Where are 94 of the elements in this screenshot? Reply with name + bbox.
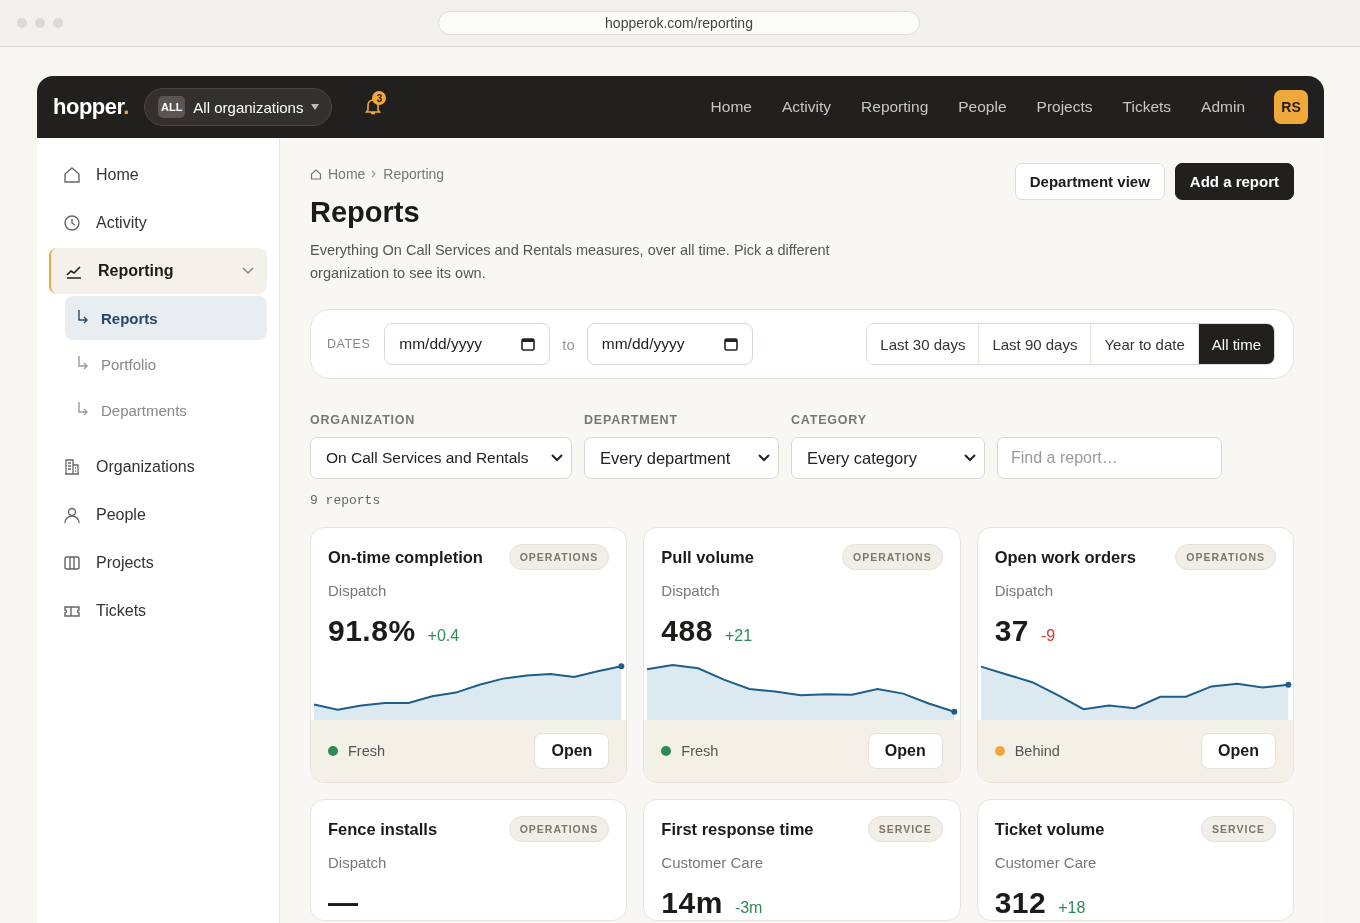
org-badge: ALL	[157, 96, 186, 118]
filter-label: CATEGORY	[791, 413, 868, 427]
sidebar-subitem[interactable]: Reports	[65, 296, 267, 340]
report-count: 9 reports	[310, 493, 382, 508]
range-option[interactable]: Last 30 days	[867, 324, 980, 364]
card-title: Open work orders	[994, 547, 1136, 567]
card-title: On-time completion	[328, 547, 483, 567]
logo[interactable]: hopper.	[53, 94, 129, 120]
breadcrumb-link[interactable]: Home	[328, 166, 366, 182]
branch-arrow-icon	[77, 310, 89, 326]
nav-link[interactable]: Reporting	[861, 98, 929, 116]
open-button[interactable]: Open	[534, 733, 610, 769]
branch-arrow-icon	[77, 356, 89, 372]
card-title: Fence installs	[328, 819, 438, 839]
chevron-icon	[371, 170, 378, 178]
open-button[interactable]: Open	[867, 733, 943, 769]
nav-link[interactable]: People	[958, 98, 1007, 116]
branch-arrow-icon	[77, 402, 89, 418]
department-label: Customer Care	[661, 854, 765, 871]
card-title: Pull volume	[661, 547, 754, 567]
department-label: Customer Care	[994, 854, 1098, 871]
metric-change: +0.4	[427, 627, 460, 645]
building-icon	[62, 457, 82, 477]
category-tag: OPERATIONS	[1175, 544, 1276, 570]
category-tag: SERVICE	[1201, 816, 1276, 842]
metric-value: 14m	[661, 886, 723, 920]
metric-value: 91.8%	[328, 614, 416, 648]
range-option[interactable]: All time	[1198, 324, 1274, 364]
category-tag: OPERATIONS	[508, 816, 610, 842]
field-label: DATES	[327, 337, 371, 351]
filter-label: ORGANIZATION	[310, 413, 417, 427]
open-button[interactable]: Open	[1201, 733, 1276, 769]
metric-change: +18	[1058, 899, 1086, 917]
card-title: First response time	[661, 819, 814, 839]
metric-change: -3m	[734, 899, 763, 917]
search-field[interactable]: Find a report…	[997, 437, 1222, 479]
metric-value: 312	[994, 886, 1047, 920]
avatar[interactable]: RS	[1274, 90, 1308, 124]
calendar-icon	[723, 337, 738, 351]
notification-count: 3	[372, 91, 387, 105]
chevron-icon	[964, 454, 976, 462]
nav-link[interactable]: Admin	[1201, 98, 1245, 116]
metric-change: +21	[724, 627, 753, 645]
select-field[interactable]: Every category	[791, 437, 985, 479]
card-title: Ticket volume	[994, 819, 1105, 839]
home-icon	[62, 165, 82, 185]
department-label: Dispatch	[328, 854, 388, 871]
chevron-icon	[758, 454, 770, 462]
range-separator: to	[562, 335, 575, 353]
status-label: Fresh	[681, 743, 719, 759]
person-icon	[62, 505, 82, 525]
breadcrumb-link[interactable]: Reporting	[383, 166, 445, 182]
department-label: Dispatch	[328, 582, 388, 599]
nav-link[interactable]: Home	[710, 98, 752, 116]
select-field[interactable]: On Call Services and Rentals	[310, 437, 572, 479]
status-label: Fresh	[348, 743, 386, 759]
metric-change: -9	[1041, 627, 1056, 645]
page-title: Reports	[310, 196, 421, 229]
date-field[interactable]: mm/dd/yyyy	[586, 323, 753, 365]
calendar-icon	[521, 337, 536, 351]
department-view-button[interactable]: Department view	[1014, 163, 1165, 200]
category-tag: OPERATIONS	[508, 544, 610, 570]
nav-link[interactable]: Activity	[781, 98, 832, 116]
sidebar-item[interactable]: Activity	[49, 200, 267, 246]
add-report-button[interactable]: Add a report	[1174, 163, 1294, 200]
metric-value: —	[328, 886, 359, 920]
caret-icon	[311, 104, 320, 110]
sidebar-item[interactable]: Reporting	[49, 248, 267, 294]
page-description: Everything On Call Services and Rentals measures, over all time. Pick a different organization to see its own.	[310, 241, 831, 283]
address-bar[interactable]: hopperok.com/reporting	[438, 11, 920, 35]
filter-label: DEPARTMENT	[584, 413, 679, 427]
department-label: Dispatch	[661, 582, 721, 599]
sidebar-item[interactable]: Projects	[49, 540, 267, 586]
status-label: Behind	[1014, 743, 1060, 759]
metric-value: 488	[661, 614, 713, 648]
sidebar-subitem[interactable]: Departments	[65, 388, 267, 432]
chevron-icon	[551, 454, 563, 462]
date-field[interactable]: mm/dd/yyyy	[384, 323, 551, 365]
nav-link[interactable]: Projects	[1036, 98, 1093, 116]
metric-value: 37	[994, 614, 1030, 648]
clock-icon	[62, 213, 82, 233]
sidebar-item[interactable]: People	[49, 492, 267, 538]
sidebar-item[interactable]: Home	[49, 152, 267, 198]
select-field[interactable]: Every department	[584, 437, 779, 479]
nav-link[interactable]: Tickets	[1122, 98, 1172, 116]
sidebar-item[interactable]: Tickets	[49, 588, 267, 634]
organization-switcher[interactable]: ALL All organizations	[143, 88, 333, 126]
home-icon	[310, 168, 322, 180]
department-label: Dispatch	[994, 582, 1054, 599]
sidebar-item[interactable]: Organizations	[49, 444, 267, 490]
category-tag: OPERATIONS	[842, 544, 943, 570]
columns-icon	[62, 553, 82, 573]
category-tag: SERVICE	[867, 816, 943, 842]
sidebar-subitem[interactable]: Portfolio	[65, 342, 267, 386]
